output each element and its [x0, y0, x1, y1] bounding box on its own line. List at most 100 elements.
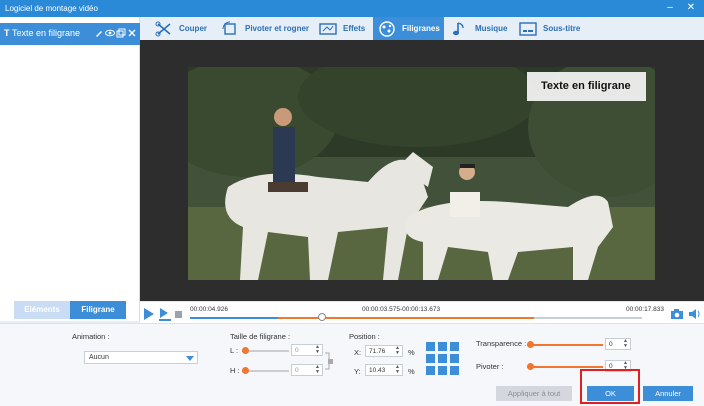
chevron-down-icon: [186, 356, 194, 361]
position-cell[interactable]: [450, 342, 459, 351]
video-preview: Texte en filigrane T: [140, 40, 704, 344]
height-value: 0: [295, 367, 299, 374]
music-icon: [450, 20, 470, 38]
eye-icon[interactable]: [105, 28, 115, 38]
timeline: 00:00:04.926 00:00:03.575-00:00:13.673 0…: [140, 301, 704, 323]
transparency-stepper[interactable]: 0 ▲ ▼: [605, 338, 631, 350]
watermark-icon: [377, 20, 397, 38]
height-slider-knob[interactable]: [242, 367, 249, 374]
tab-label: Pivoter et rogner: [245, 24, 310, 33]
tab-label: Couper: [179, 24, 207, 33]
animation-select[interactable]: Aucun: [84, 351, 198, 364]
position-cell[interactable]: [426, 354, 435, 363]
window-title: Logiciel de montage vidéo: [5, 4, 98, 13]
transparency-label: Transparence :: [476, 339, 527, 348]
scissors-icon: [154, 20, 174, 38]
height-label: H :: [230, 366, 240, 375]
x-label: X:: [354, 348, 362, 357]
tab-effets[interactable]: Effets: [318, 17, 365, 40]
tab-couper[interactable]: Couper: [154, 17, 207, 40]
tab-label: Effets: [343, 24, 366, 33]
sidebar-tabs: Eléments Filigrane: [14, 301, 126, 319]
position-cell[interactable]: [438, 342, 447, 351]
width-stepper[interactable]: 0 ▲ ▼: [291, 344, 323, 356]
position-cell[interactable]: [438, 366, 447, 375]
height-stepper[interactable]: 0 ▲ ▼: [291, 364, 323, 376]
tab-musique[interactable]: Musique: [450, 17, 507, 40]
watermark-text: Texte en filigrane: [541, 80, 631, 92]
time-selection: 00:00:03.575-00:00:13.673: [362, 306, 441, 313]
height-slider[interactable]: [242, 367, 289, 374]
timeline-playhead[interactable]: [318, 313, 326, 321]
apply-all-button[interactable]: Appliquer à tout: [496, 386, 572, 401]
camera-icon[interactable]: [670, 308, 684, 320]
tab-label: Filigranes: [402, 24, 440, 33]
width-label: L :: [230, 346, 239, 355]
position-cell[interactable]: [426, 366, 435, 375]
subtitle-icon: [518, 20, 538, 38]
width-slider-knob[interactable]: [242, 347, 249, 354]
cancel-button[interactable]: Annuler: [643, 386, 693, 401]
caret-down-icon[interactable]: ▼: [622, 344, 629, 349]
width-value: 0: [295, 347, 299, 354]
stop-icon[interactable]: [175, 311, 182, 318]
close-icon[interactable]: ✕: [685, 2, 697, 14]
position-cell[interactable]: [438, 354, 447, 363]
x-unit: %: [408, 348, 415, 357]
y-stepper[interactable]: 10.43 ▲ ▼: [365, 364, 403, 376]
tab-watermark[interactable]: Filigrane: [70, 301, 126, 319]
tab-filigranes[interactable]: Filigranes: [373, 17, 444, 40]
text-icon: T: [4, 28, 10, 38]
minimize-icon[interactable]: –: [664, 2, 676, 14]
tab-elements[interactable]: Eléments: [14, 301, 70, 319]
tab-pivoter-rogner[interactable]: Pivoter et rogner: [220, 17, 309, 40]
watermark-overlay[interactable]: Texte en filigrane: [527, 72, 646, 101]
effects-icon: [318, 20, 338, 38]
position-cell[interactable]: [450, 354, 459, 363]
aspect-lock-icon[interactable]: [325, 351, 333, 371]
animation-value: Aucun: [89, 354, 109, 361]
tool-tabs: Couper Pivoter et rogner Effets Filigran…: [140, 17, 704, 40]
rotate-slider-knob[interactable]: [527, 363, 534, 370]
position-grid[interactable]: [426, 342, 459, 375]
edit-icon[interactable]: [94, 28, 104, 38]
tab-label: Sous-titre: [543, 24, 581, 33]
watermark-settings: Animation : Aucun Taille de filigrane : …: [0, 323, 704, 406]
play-selection-icon[interactable]: [158, 307, 172, 321]
play-icon[interactable]: [142, 307, 156, 321]
volume-icon[interactable]: [688, 308, 702, 320]
transparency-slider-knob[interactable]: [527, 341, 534, 348]
rotate-label: Pivoter :: [476, 362, 504, 371]
time-end: 00:00:17.833: [626, 306, 664, 313]
rotate-slider[interactable]: [527, 363, 603, 370]
delete-icon[interactable]: [127, 28, 137, 38]
animation-label: Animation :: [72, 332, 110, 341]
caret-down-icon[interactable]: ▼: [394, 370, 401, 375]
rotate-slider-fill: [527, 366, 603, 368]
rotate-crop-icon: [220, 20, 240, 38]
y-unit: %: [408, 367, 415, 376]
position-cell[interactable]: [426, 342, 435, 351]
caret-down-icon[interactable]: ▼: [314, 370, 321, 375]
x-stepper[interactable]: 71.76 ▲ ▼: [365, 345, 403, 357]
caret-down-icon[interactable]: ▼: [394, 351, 401, 356]
sidebar-item-text-watermark[interactable]: T Texte en filigrane: [0, 23, 140, 45]
transparency-slider-fill: [527, 344, 603, 346]
size-label: Taille de filigrane :: [230, 332, 291, 341]
timeline-track[interactable]: [190, 313, 642, 321]
timeline-selection-range: [278, 317, 534, 319]
position-label: Position :: [349, 332, 380, 341]
copy-icon[interactable]: [116, 28, 126, 38]
transparency-slider[interactable]: [527, 341, 603, 348]
y-label: Y:: [354, 367, 361, 376]
width-slider[interactable]: [242, 347, 289, 354]
position-cell[interactable]: [450, 366, 459, 375]
tab-sous-titre[interactable]: Sous-titre: [518, 17, 580, 40]
tab-label: Musique: [475, 24, 508, 33]
ok-button[interactable]: OK: [587, 386, 634, 401]
sidebar-item-label: Texte en filigrane: [12, 28, 81, 38]
time-start: 00:00:04.926: [190, 306, 228, 313]
y-value: 10.43: [369, 367, 386, 374]
title-bar: Logiciel de montage vidéo – ✕: [0, 0, 704, 17]
caret-down-icon[interactable]: ▼: [314, 350, 321, 355]
